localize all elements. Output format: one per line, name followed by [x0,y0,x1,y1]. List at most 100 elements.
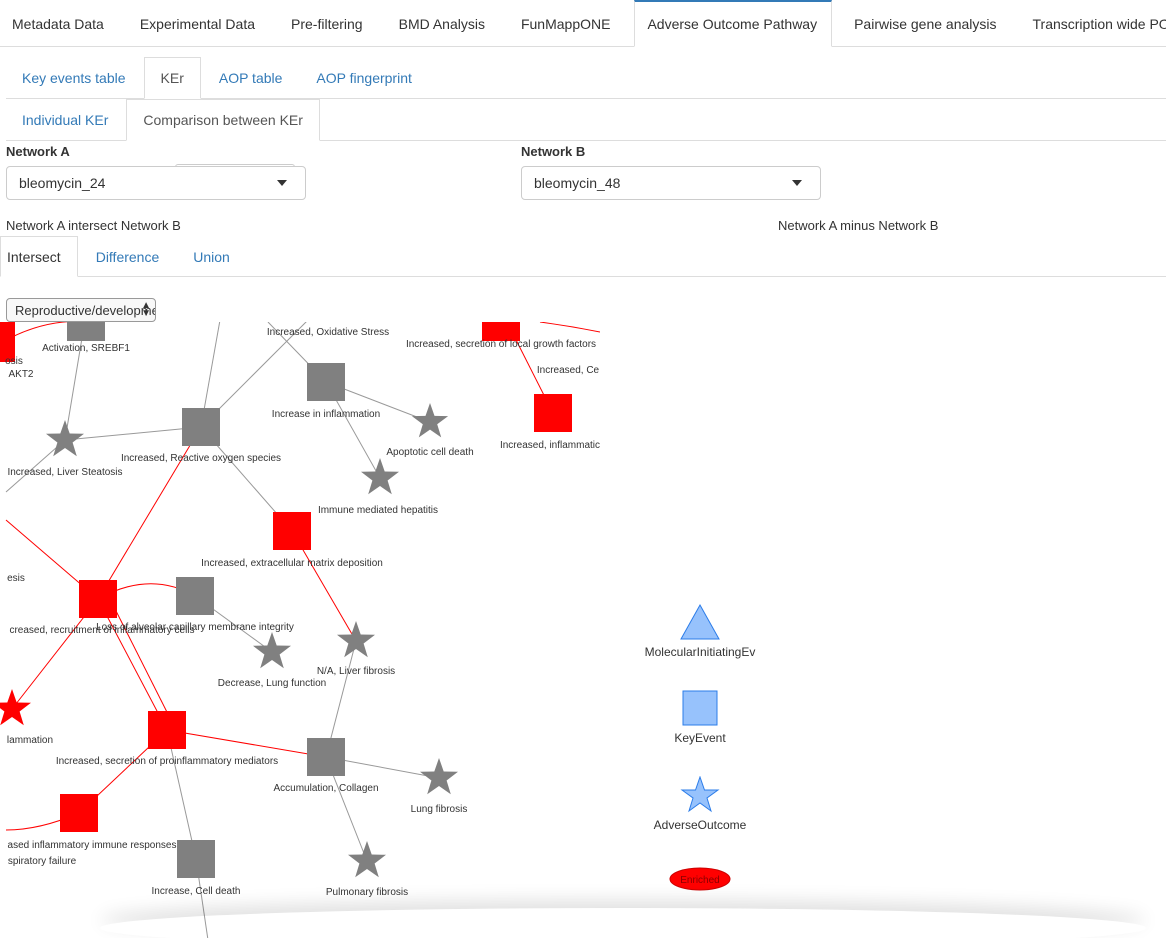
graph-node[interactable]: spiratory failure [8,856,77,867]
category-select-value: Reproductive/developmental [15,302,155,318]
legend-label-enriched: Enriched [680,875,719,886]
node-shape[interactable] [79,580,117,618]
graph-node[interactable]: esis [7,573,25,584]
graph-edges-red [5,322,600,831]
legend-item-enriched: Enriched [630,866,770,892]
network-graph[interactable]: Activation, SREBF1 Increased, Oxidative S… [0,277,600,938]
node-label: AKT2 [8,369,33,380]
node-shape[interactable] [307,738,345,776]
tab-adverse-outcome-pathway[interactable]: Adverse Outcome Pathway [634,0,833,47]
node-shape[interactable] [46,420,84,457]
tab-experimental-data[interactable]: Experimental Data [128,0,269,47]
graph-node[interactable]: Decrease, Lung function [218,632,326,689]
node-label: N/A, Liver fibrosis [317,666,395,677]
node-shape[interactable] [361,458,399,495]
node-shape[interactable] [177,840,215,878]
tab-union[interactable]: Union [177,236,246,277]
category-select[interactable]: Reproductive/developmental ▲▼ [6,298,156,322]
aop-subtabbar: Key events table KEr AOP table AOP finge… [6,57,1166,99]
star-icon [680,776,720,813]
graph-node[interactable]: Lung fibrosis [411,758,468,815]
tab-pre-filtering[interactable]: Pre-filtering [279,0,377,47]
network-a-value: bleomycin_24 [19,175,106,191]
graph-node[interactable]: Increased, secretion of proinflammatory … [56,711,278,767]
node-shape[interactable] [253,632,291,669]
node-shape[interactable] [534,394,572,432]
node-shape[interactable] [482,303,520,341]
graph-node[interactable]: N/A, Liver fibrosis [317,621,395,677]
node-label: Increased, Oxidative Stress [267,327,389,338]
minus-caption: Network A minus Network B [778,218,939,233]
graph-node[interactable]: lammation [0,689,53,746]
node-shape[interactable] [348,841,386,878]
graph-node[interactable]: Loss of alveolar capillary membrane inte… [96,577,294,633]
node-label: Increased, inflammatic [500,440,600,451]
graph-node[interactable]: Increased, Ce [537,365,600,376]
tab-funmappone[interactable]: FunMappONE [509,0,624,47]
chevron-down-icon [277,180,287,186]
node-label: Increase in inflammation [272,409,380,420]
node-shape[interactable] [182,408,220,446]
node-label: Increased, secretion of local growth fac… [406,339,596,350]
tab-aop-fingerprint[interactable]: AOP fingerprint [300,57,427,99]
tab-intersect[interactable]: Intersect [0,236,78,277]
tab-comparison-between-ker[interactable]: Comparison between KEr [126,99,320,141]
node-label: Apoptotic cell death [386,447,473,458]
graph-node[interactable]: Accumulation, Collagen [273,738,379,794]
network-a-select[interactable]: bleomycin_24 [6,166,306,200]
set-operation-tabbar: Intersect Difference Union [0,236,1166,277]
node-shape[interactable] [0,689,31,726]
node-label: osis [5,356,23,367]
legend-item-mie: MolecularInitiatingEv [630,603,770,659]
graph-node[interactable]: Increased, extracellular matrix depositi… [201,512,383,569]
tab-ker[interactable]: KEr [143,57,201,99]
node-label: lammation [7,735,53,746]
legend-label-ke: KeyEvent [674,731,726,745]
graph-node[interactable]: osis [0,322,23,367]
tab-key-events-table[interactable]: Key events table [6,57,142,99]
node-shape[interactable] [273,512,311,550]
node-shape[interactable] [411,403,449,438]
graph-node[interactable]: Pulmonary fibrosis [326,841,408,898]
node-label: esis [7,573,25,584]
node-label: Decrease, Lung function [218,678,326,689]
tab-bmd-analysis[interactable]: BMD Analysis [387,0,499,47]
node-label: Activation, SREBF1 [42,343,130,354]
graph-node[interactable]: Increased, Liver Steatosis [7,420,123,478]
graph-node[interactable]: Immune mediated hepatitis [318,458,438,516]
node-shape[interactable] [337,621,375,658]
node-shape[interactable] [307,363,345,401]
intersect-caption: Network A intersect Network B [6,218,181,233]
graph-node[interactable]: AKT2 [8,369,33,380]
graph-node[interactable]: ased inflammatory immune responses [8,794,177,851]
graph-node[interactable]: Increased, Oxidative Stress [267,327,389,338]
tab-metadata-data[interactable]: Metadata Data [0,0,118,47]
legend-item-ke: KeyEvent [630,689,770,745]
tab-pairwise-gene-analysis[interactable]: Pairwise gene analysis [842,0,1010,47]
node-shape[interactable] [60,794,98,832]
tab-aop-table[interactable]: AOP table [203,57,299,99]
tab-difference[interactable]: Difference [80,236,176,277]
node-shape[interactable] [148,711,186,749]
dropdown-edge [175,164,295,167]
graph-node[interactable]: Increase in inflammation [272,363,380,420]
graph-nodes: Activation, SREBF1 Increased, Oxidative S… [0,303,600,898]
network-a-label: Network A [6,144,70,159]
network-b-select[interactable]: bleomycin_48 [521,166,821,200]
node-shape[interactable] [176,577,214,615]
node-label: Increased, extracellular matrix depositi… [201,558,383,569]
graph-node[interactable]: Increased, inflammatic [500,394,600,451]
graph-node[interactable]: Apoptotic cell death [386,403,474,458]
node-shape[interactable] [420,758,458,795]
ker-tabbar: Individual KEr Comparison between KEr [6,99,1166,141]
tab-individual-ker[interactable]: Individual KEr [6,99,124,141]
node-label: Accumulation, Collagen [273,783,378,794]
node-label: Increased, secretion of proinflammatory … [56,756,278,767]
main-tabbar: Metadata Data Experimental Data Pre-filt… [0,0,1166,47]
node-label: ased inflammatory immune responses [8,840,177,851]
network-b-value: bleomycin_48 [534,175,621,191]
graph-node[interactable]: Increased, Reactive oxygen species [121,408,281,464]
node-label: Increased, Ce [537,365,600,376]
network-b-label: Network B [521,144,586,159]
tab-transcription-wide-pod[interactable]: Transcription wide POD [1021,0,1166,47]
